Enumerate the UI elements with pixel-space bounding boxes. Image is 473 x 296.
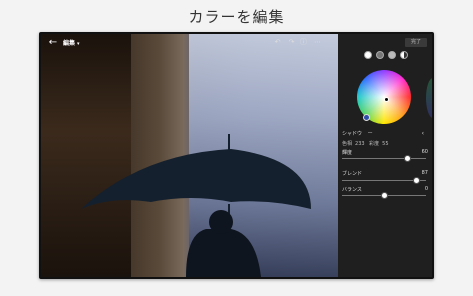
luminance-label: 輝度 [342, 150, 353, 156]
color-wheel-marker[interactable] [384, 97, 389, 102]
redo-icon[interactable]: ↷ [287, 38, 296, 47]
hue-sat-readout: 色相 233 彩度 55 [342, 140, 428, 147]
luminance-marker[interactable] [363, 114, 370, 121]
blend-slider[interactable] [342, 177, 426, 184]
edit-mode-dropdown[interactable]: 編集 ▾ [63, 38, 80, 47]
undo-icon[interactable]: ↶ [273, 38, 282, 47]
photo-canvas[interactable]: ← 編集 ▾ ↶ ↷ ⓘ ⋯ [41, 34, 338, 277]
blend-row: ブレンド 87 [342, 170, 428, 177]
sat-value: 55 [382, 141, 389, 147]
section-value: ー [367, 131, 373, 137]
hue-value: 233 [355, 141, 365, 147]
tablet-frame: ← 編集 ▾ ↶ ↷ ⓘ ⋯ 完了 シャドウ ー ‹ 色相 233 彩度 55 … [39, 32, 434, 279]
highlights-mode-icon[interactable] [400, 51, 408, 59]
page-headline: カラーを編集 [188, 8, 285, 26]
more-icon[interactable]: ⋯ [313, 38, 322, 47]
info-icon[interactable]: ⓘ [299, 38, 308, 47]
balance-slider[interactable] [342, 192, 426, 199]
blend-slider-thumb[interactable] [413, 177, 420, 184]
color-grading-panel: 完了 シャドウ ー ‹ 色相 233 彩度 55 輝度 60 ブレンド 87 バ… [338, 34, 432, 277]
next-wheel-preview[interactable] [426, 78, 432, 118]
hue-label: 色相 [342, 141, 353, 147]
luminance-value: 60 [421, 149, 428, 155]
back-arrow-icon[interactable]: ← [47, 37, 59, 49]
section-header[interactable]: シャドウ ー ‹ [342, 130, 428, 137]
balance-slider-thumb[interactable] [381, 192, 388, 199]
umbrella-figure [81, 134, 311, 277]
done-button[interactable]: 完了 [405, 38, 427, 47]
shadows-mode-icon[interactable] [376, 51, 384, 59]
editor-screen: ← 編集 ▾ ↶ ↷ ⓘ ⋯ 完了 シャドウ ー ‹ 色相 233 彩度 55 … [41, 34, 432, 277]
three-way-mode-icon[interactable] [364, 51, 372, 59]
editor-top-bar: ← 編集 ▾ ↶ ↷ ⓘ ⋯ [41, 34, 338, 52]
sat-label: 彩度 [369, 141, 380, 147]
blend-label: ブレンド [342, 171, 363, 177]
luminance-slider-thumb[interactable] [404, 155, 411, 162]
balance-label: バランス [342, 187, 362, 193]
midtones-mode-icon[interactable] [388, 51, 396, 59]
edit-mode-label: 編集 [63, 40, 76, 47]
chevron-down-icon: ▾ [77, 41, 80, 47]
blend-value: 87 [421, 170, 428, 176]
color-grading-mode-selector [360, 51, 410, 59]
luminance-slider[interactable] [342, 155, 426, 162]
balance-value: 0 [424, 186, 428, 192]
luminance-row: 輝度 60 [342, 149, 428, 156]
chevron-left-icon[interactable]: ‹ [422, 130, 424, 137]
section-title: シャドウ [342, 131, 363, 137]
